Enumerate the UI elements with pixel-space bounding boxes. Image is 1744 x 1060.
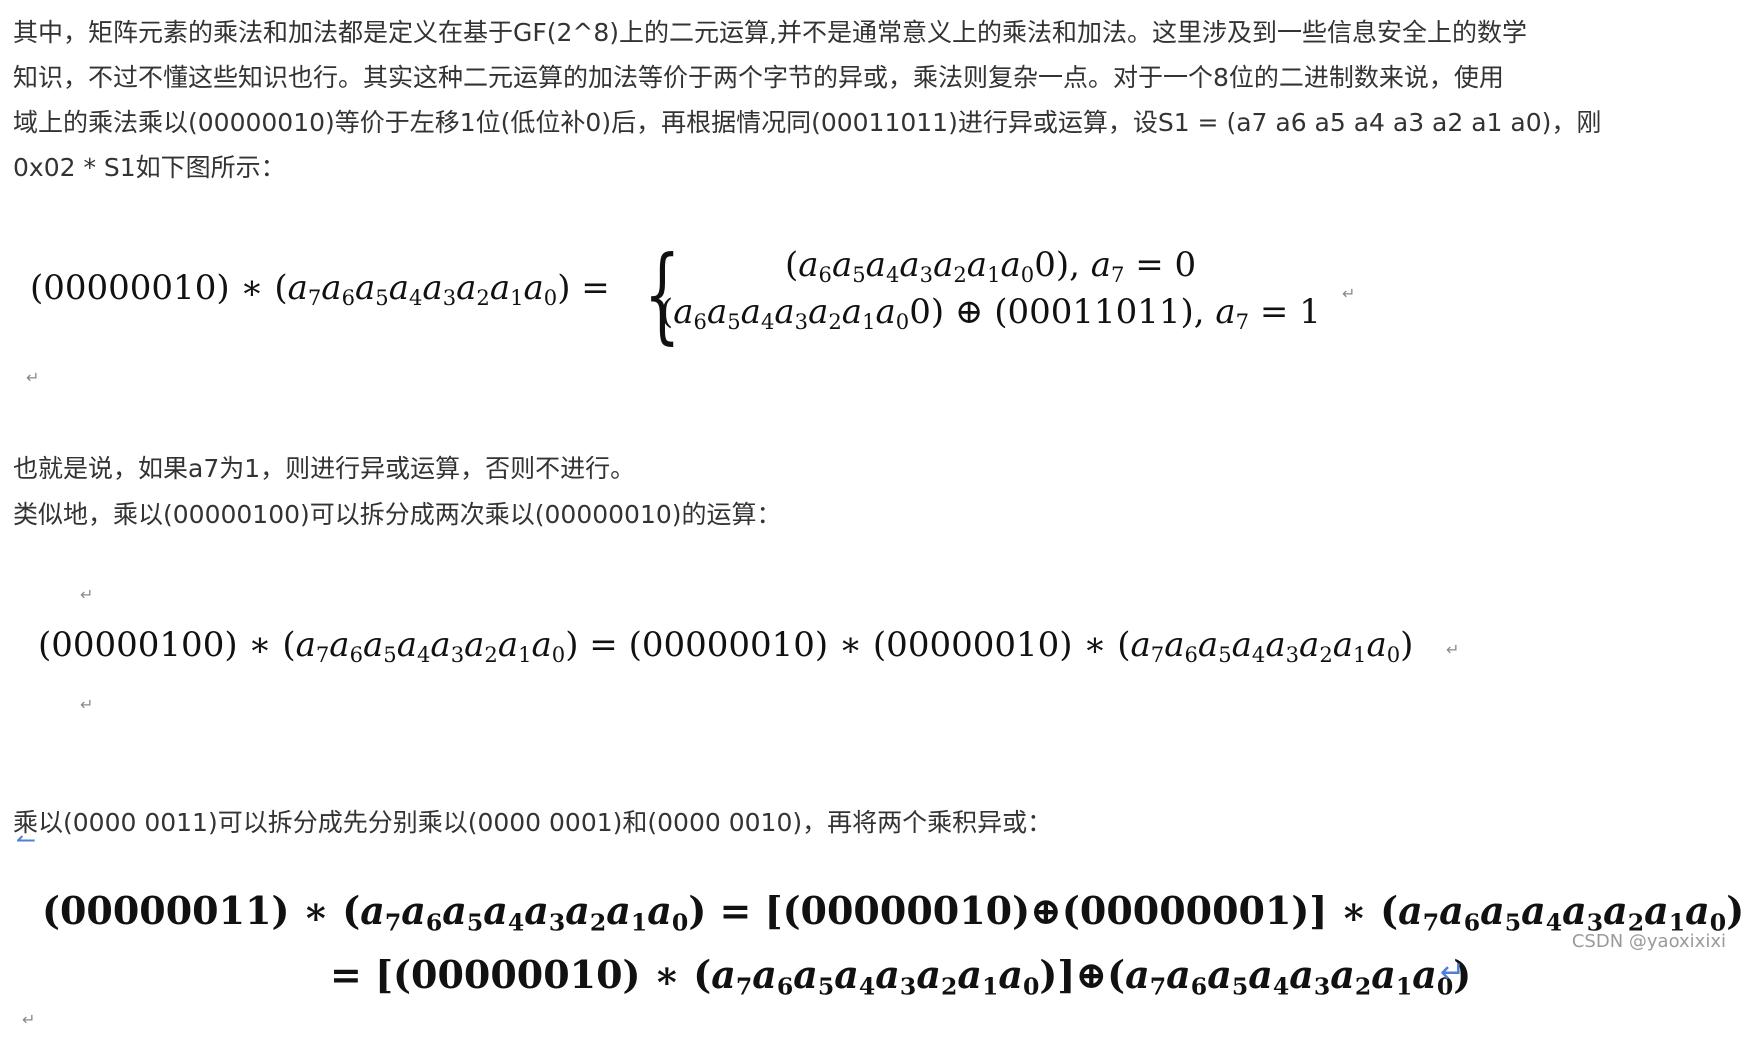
- xor-note: 也就是说，如果a7为1，则进行异或运算，否则不进行。: [13, 454, 636, 483]
- return-mark-6: ↵: [22, 1010, 36, 1029]
- formula-3-line-1: (00000011) ∗ (a7a6a5a4a3a2a1a0) = [(0000…: [42, 888, 1744, 937]
- formula-3-rhs-bracket: [(00000010)⊕(00000001)]: [764, 888, 1328, 933]
- return-mark-blue: ↵: [1440, 955, 1466, 990]
- return-mark-3: ↵: [80, 585, 94, 604]
- intro-line-1: 其中，矩阵元素的乘法和加法都是定义在基于GF(2^8)上的二元运算,并不是通常意…: [13, 18, 1527, 47]
- watermark: CSDN @yaoxixixi: [1571, 931, 1726, 952]
- return-mark-5: ↵: [80, 695, 94, 714]
- formula-3-lhs-constant: (00000011): [42, 888, 290, 933]
- formula-2-lhs-constant: (00000100): [38, 625, 238, 665]
- return-mark-1: ↵: [1342, 284, 1356, 303]
- formula-3-line-2: = [(00000010) ∗ (a7a6a5a4a3a2a1a0)]⊕(a7a…: [330, 952, 1472, 1001]
- formula-2-rhs-constant-1: (00000010): [628, 625, 829, 665]
- document-page: 其中，矩阵元素的乘法和加法都是定义在基于GF(2^8)上的二元运算,并不是通常意…: [0, 0, 1744, 1060]
- formula-2: (00000100) ∗ (a7a6a5a4a3a2a1a0) = (00000…: [38, 625, 1414, 667]
- similar-note: 类似地，乘以(00000100)可以拆分成两次乘以(00000010)的运算：: [13, 500, 782, 529]
- left-arrow-mark: ↼: [16, 826, 37, 854]
- formula-1-case-1: (a6a5a4a3a2a1a00), a7 = 0: [785, 245, 1197, 287]
- return-mark-2: ↵: [26, 368, 40, 387]
- formula-1-constant: (00000010): [30, 268, 230, 308]
- intro-line-4: 0x02 * S1如下图所示：: [13, 153, 286, 182]
- return-mark-4: ↵: [1446, 640, 1460, 659]
- formula-1-lhs: (00000010) ∗ (a7a6a5a4a3a2a1a0) =: [30, 268, 610, 310]
- formula-2-rhs-constant-2: (00000010): [872, 625, 1073, 665]
- formula-1-case-2: (a6a5a4a3a2a1a00) ⊕ (00011011), a7 = 1: [660, 292, 1321, 334]
- intro-line-2: 知识，不过不懂这些知识也行。其实这种二元运算的加法等价于两个字节的异或，乘法则复…: [13, 63, 1504, 92]
- mult3-note: 乘以(0000 0011)可以拆分成先分别乘以(0000 0001)和(0000…: [13, 808, 1053, 837]
- intro-line-3: 域上的乘法乘以(00000010)等价于左移1位(低位补0)后，再根据情况同(0…: [13, 108, 1602, 137]
